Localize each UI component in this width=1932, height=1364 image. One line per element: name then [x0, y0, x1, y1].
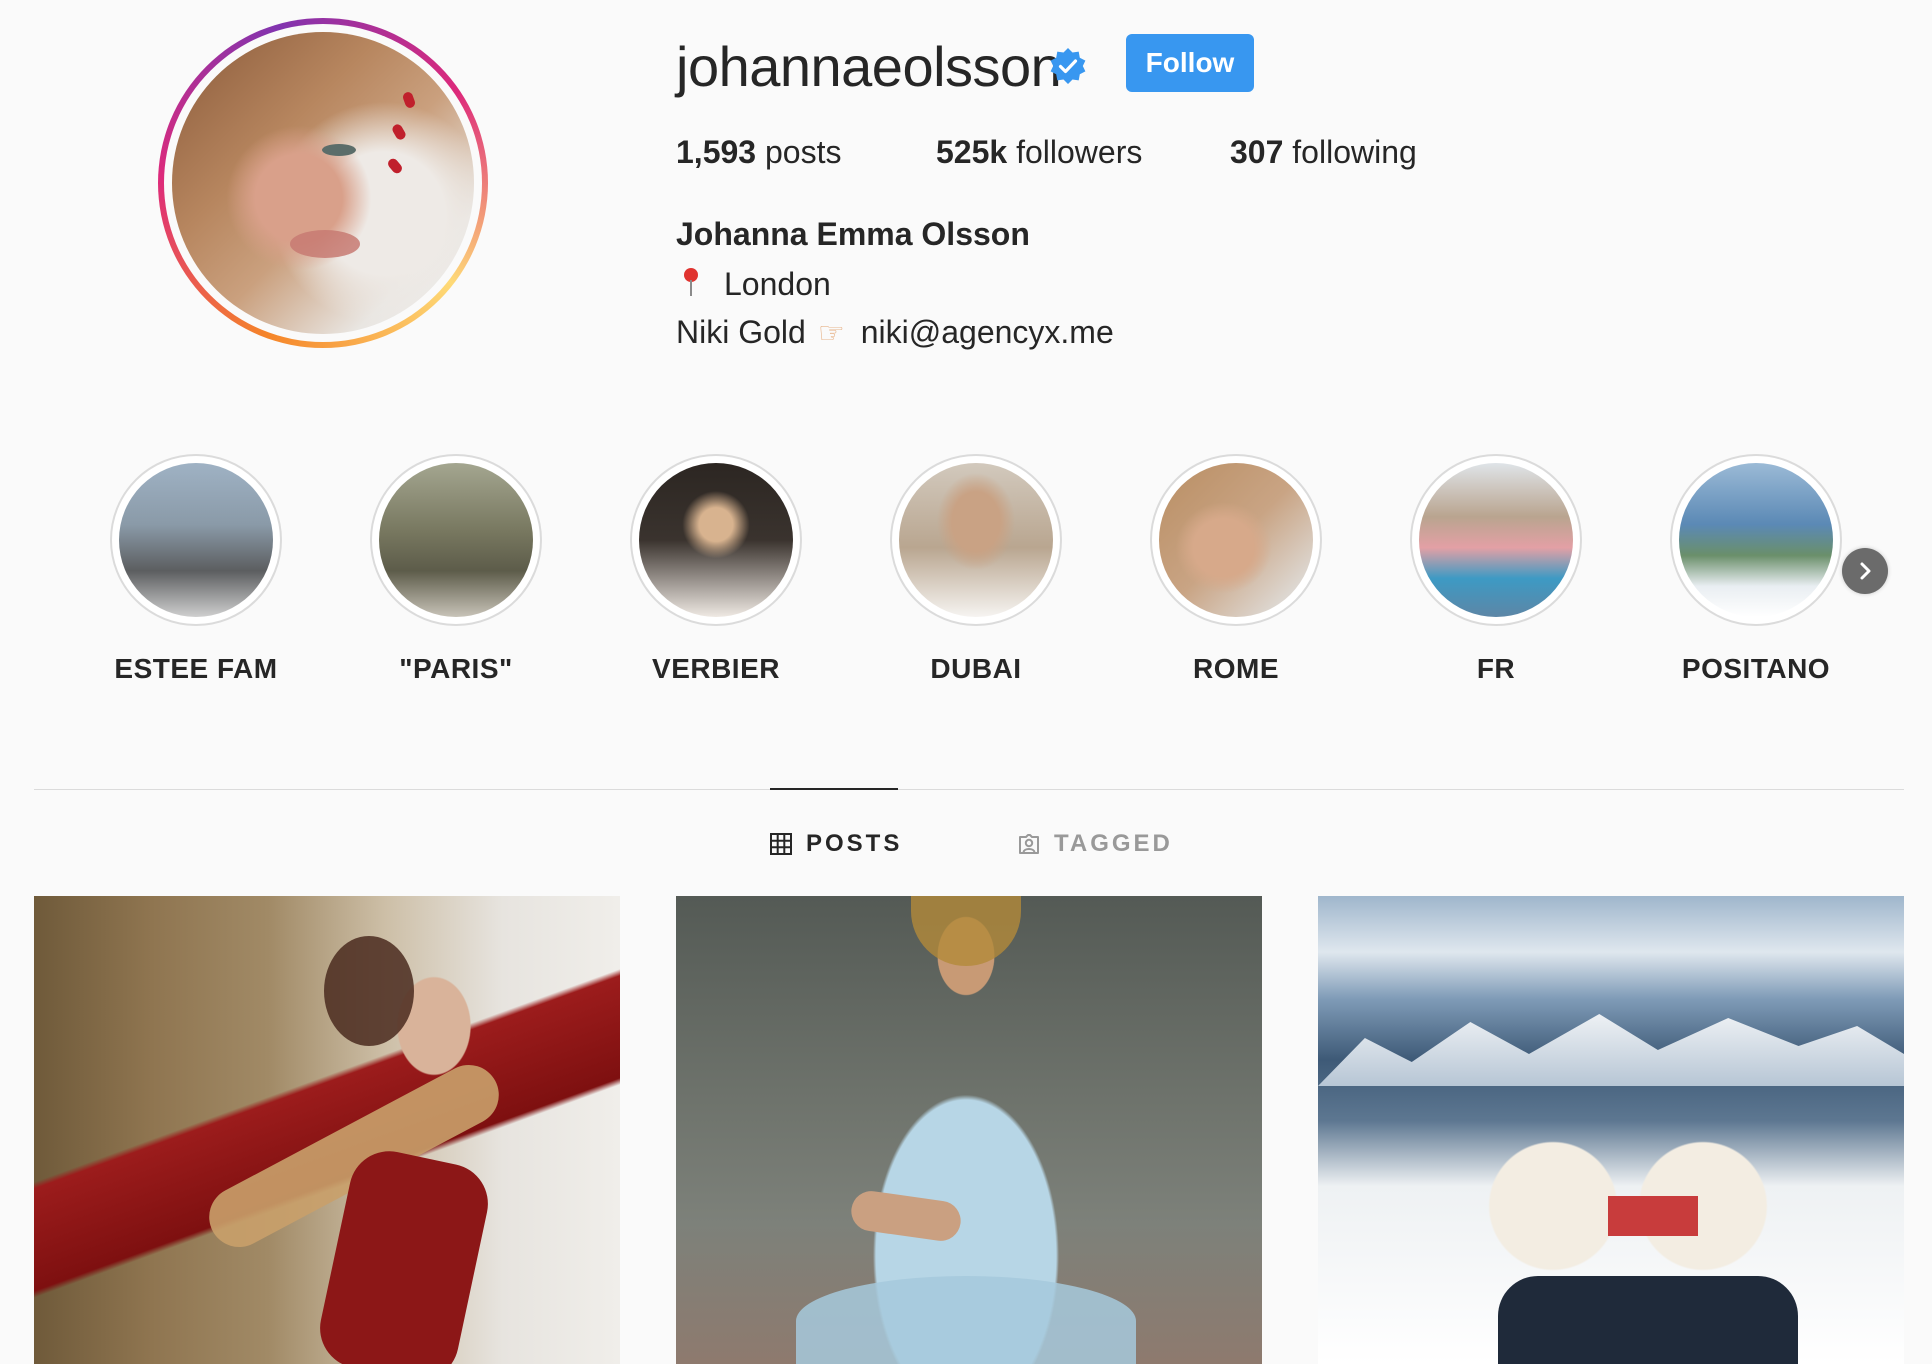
bio-contact-name: Niki Gold: [676, 314, 806, 350]
tab-posts[interactable]: POSTS: [770, 826, 902, 862]
highlight-item[interactable]: ESTEE FAM: [76, 454, 316, 686]
post-decor: [1318, 1014, 1904, 1086]
avatar-lips: [290, 230, 360, 258]
post-thumbnail[interactable]: [1318, 896, 1904, 1364]
highlight-ring: [1410, 454, 1582, 626]
profile-avatar: [172, 32, 474, 334]
highlight-label: "PARIS": [399, 653, 513, 684]
highlight-item[interactable]: DUBAI: [856, 454, 1096, 686]
location-pin-icon: [676, 262, 706, 302]
avatar-gap: [164, 24, 482, 342]
hand-pointing-right-icon: ☞: [817, 317, 845, 350]
chevron-right-icon: [1860, 562, 1871, 580]
following-label: following: [1292, 134, 1417, 170]
highlight-item[interactable]: VERBIER: [596, 454, 836, 686]
post-thumbnail[interactable]: [34, 896, 620, 1364]
followers-count: 525k: [936, 134, 1008, 170]
highlight-ring: [630, 454, 802, 626]
avatar-nail: [401, 90, 417, 110]
profile-username: johannaeolsson: [676, 35, 1062, 98]
post-decor: [1608, 1196, 1698, 1236]
followers-stat[interactable]: 525k followers: [936, 130, 1142, 174]
bio-contact-email[interactable]: niki@agencyx.me: [861, 314, 1114, 350]
highlight-cover: [379, 463, 533, 617]
highlight-cover: [639, 463, 793, 617]
highlight-item[interactable]: POSITANO: [1636, 454, 1876, 686]
highlight-label: FR: [1476, 653, 1516, 684]
tagged-user-icon: [1019, 834, 1039, 854]
highlight-ring: [110, 454, 282, 626]
highlight-label: ESTEE FAM: [114, 653, 278, 684]
highlight-cover: [899, 463, 1053, 617]
bio-contact-line: Niki Gold ☞ niki@agencyx.me: [676, 310, 1114, 356]
highlight-ring: [1150, 454, 1322, 626]
highlight-ring: [1670, 454, 1842, 626]
highlight-cover: [119, 463, 273, 617]
following-count: 307: [1230, 134, 1284, 170]
highlight-cover: [1159, 463, 1313, 617]
post-decor: [1498, 1276, 1798, 1364]
active-tab-indicator: [770, 788, 898, 790]
tab-tagged[interactable]: TAGGED: [1018, 826, 1173, 862]
following-stat[interactable]: 307 following: [1230, 130, 1417, 174]
posts-label: posts: [764, 134, 842, 170]
post-decor: [324, 936, 414, 1046]
highlight-item[interactable]: FR: [1376, 454, 1616, 686]
bio-location-line: London: [676, 262, 831, 306]
avatar-nail: [390, 122, 408, 142]
highlight-item[interactable]: "PARIS": [336, 454, 576, 686]
posts-count: 1,593: [676, 134, 757, 170]
bio-location: London: [724, 266, 831, 302]
post-decor: [796, 1276, 1136, 1364]
followers-label: followers: [1016, 134, 1143, 170]
tab-posts-label: POSTS: [806, 830, 903, 857]
grid-icon: [770, 833, 792, 855]
highlight-label: VERBIER: [652, 653, 780, 684]
highlight-ring: [370, 454, 542, 626]
highlight-label: ROME: [1193, 653, 1279, 684]
post-thumbnail[interactable]: [676, 896, 1262, 1364]
highlight-label: DUBAI: [930, 653, 1022, 684]
tabs-divider: [34, 789, 1904, 790]
profile-avatar-story-ring[interactable]: [158, 18, 488, 348]
highlight-item[interactable]: ROME: [1116, 454, 1356, 686]
avatar-eye: [322, 144, 356, 156]
post-decor: [848, 1188, 964, 1244]
follow-button[interactable]: Follow: [1126, 34, 1254, 92]
highlight-cover: [1419, 463, 1573, 617]
highlight-label: POSITANO: [1681, 653, 1831, 684]
verified-badge-icon: [1050, 48, 1086, 84]
highlights-next-button[interactable]: [1842, 548, 1888, 594]
tab-tagged-label: TAGGED: [1054, 830, 1173, 857]
avatar-nail: [386, 156, 404, 176]
highlight-ring: [890, 454, 1062, 626]
post-decor: [911, 896, 1021, 966]
profile-full-name: Johanna Emma Olsson: [676, 216, 1030, 252]
highlight-cover: [1679, 463, 1833, 617]
posts-stat[interactable]: 1,593 posts: [676, 130, 841, 174]
